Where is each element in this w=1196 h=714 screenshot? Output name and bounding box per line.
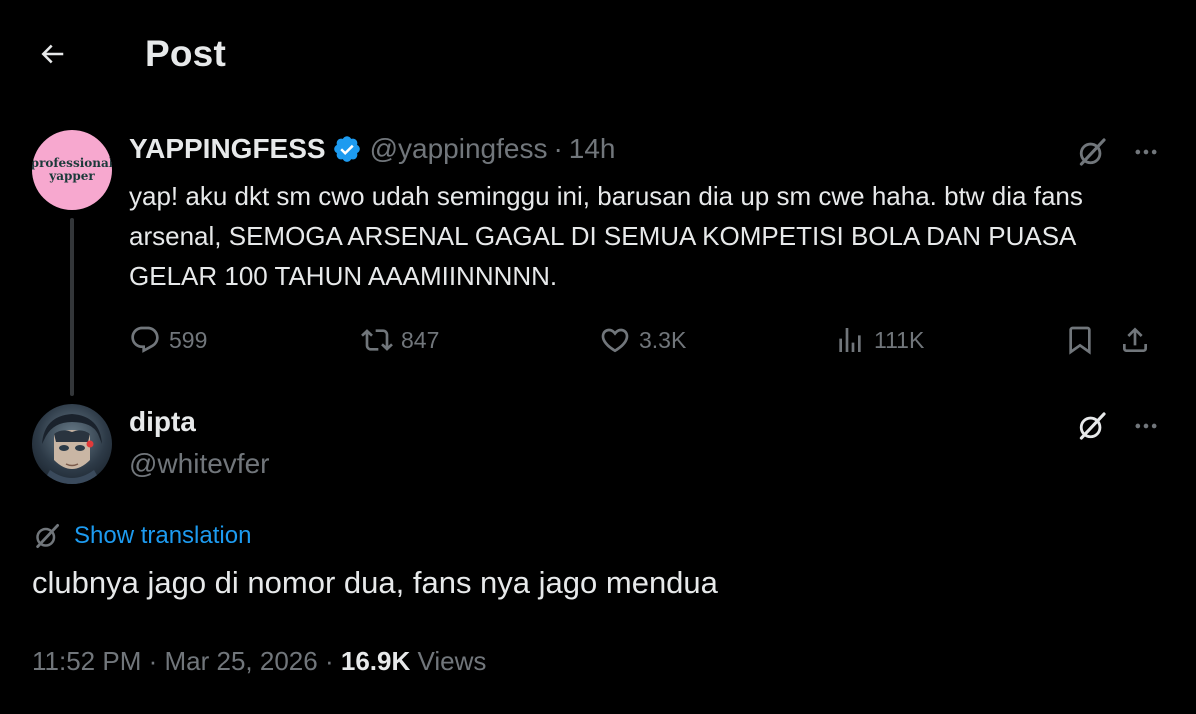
views-label: Views [417, 646, 487, 676]
grok-button[interactable] [1070, 130, 1114, 174]
like-button[interactable]: 3.3K [599, 318, 686, 362]
reply-text: clubnya jago di nomor dua, fans nya jago… [32, 565, 718, 600]
post-time[interactable]: 14h [569, 133, 616, 165]
post-metadata: 11:52 PM · Mar 25, 2026 · 16.9K Views [32, 646, 486, 677]
repost-count: 847 [401, 326, 440, 353]
page-title: Post [145, 33, 226, 74]
thread-line [70, 218, 74, 396]
grok-icon [1079, 138, 1106, 166]
analytics-icon [839, 328, 861, 352]
reply-count: 599 [169, 326, 208, 353]
repost-button[interactable]: 847 [361, 318, 439, 362]
more-options-button[interactable] [1124, 404, 1168, 448]
repost-icon [361, 329, 393, 351]
post-action-bar: 599 847 3.3K 111K [129, 318, 1169, 362]
translation-row: Show translation [32, 521, 251, 551]
post-text: yap! aku dkt sm cwo udah seminggu ini, b… [129, 181, 1083, 291]
back-button[interactable] [30, 32, 74, 76]
show-translation-link[interactable]: Show translation [74, 522, 251, 550]
reply-icon [131, 326, 159, 353]
heart-icon [601, 328, 629, 353]
grok-icon [1079, 412, 1106, 440]
verified-badge-icon [333, 136, 360, 162]
reply-button[interactable]: 599 [129, 318, 207, 362]
more-icon [1135, 149, 1157, 155]
post-timestamp[interactable]: 11:52 PM [32, 646, 141, 676]
avatar-text: yapper [49, 169, 95, 183]
views-button[interactable]: 111K [834, 318, 924, 362]
arrow-left-icon [41, 44, 64, 64]
post-author-row: YAPPINGFESS @yappingfess · 14h [129, 133, 616, 165]
top-bar: Post [0, 0, 1196, 108]
bookmark-icon [1069, 326, 1091, 355]
share-button[interactable] [1119, 318, 1151, 362]
more-options-button[interactable] [1124, 130, 1168, 174]
reply-avatar[interactable] [32, 404, 112, 484]
author-display-name[interactable]: YAPPINGFESS [129, 133, 326, 165]
post-date[interactable]: Mar 25, 2026 [165, 646, 318, 676]
bookmark-button[interactable] [1064, 318, 1096, 362]
anime-portrait-image [42, 414, 102, 484]
separator-dot: · [553, 133, 563, 164]
author-handle[interactable]: @yappingfess [370, 133, 548, 165]
separator-dot: · [324, 646, 334, 676]
views-total: 16.9K [340, 646, 411, 676]
grok-icon [36, 524, 59, 548]
more-icon [1135, 423, 1157, 429]
grok-button[interactable] [1070, 404, 1114, 448]
like-count: 3.3K [639, 326, 687, 353]
views-count: 111K [874, 326, 925, 353]
avatar[interactable]: professional yapper [32, 130, 112, 210]
separator-dot: · [148, 646, 158, 676]
share-icon [1123, 327, 1147, 352]
reply-author-handle[interactable]: @whitevfer [129, 448, 269, 480]
reply-author-name[interactable]: dipta [129, 406, 196, 438]
